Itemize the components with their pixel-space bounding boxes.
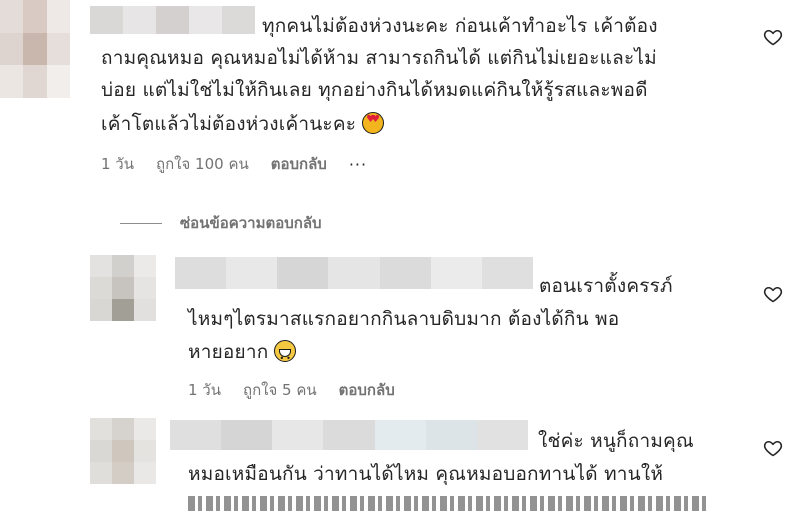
comment-text-line: ใช่ค่ะ หนูก็ถามคุณ <box>538 430 694 452</box>
blurred-username[interactable] <box>90 6 255 34</box>
comment-text-line: ตอนเราตั้งครรภ์ <box>539 275 673 297</box>
blurred-username[interactable] <box>170 420 528 450</box>
like-heart-icon[interactable] <box>763 438 783 458</box>
comment-text-line: ถามคุณหมอ คุณหมอไม่ได้ห้าม สามารถกินได้ … <box>101 47 657 69</box>
blurred-username[interactable] <box>175 257 533 289</box>
reply-button[interactable]: ตอบกลับ <box>271 152 327 176</box>
hide-replies-label: ซ่อนข้อความตอบกลับ <box>180 214 322 232</box>
reply-button[interactable]: ตอบกลับ <box>339 378 395 402</box>
comment-text: หายอยาก <box>188 341 269 363</box>
like-heart-icon[interactable] <box>763 284 783 304</box>
comment-text-line: ไหมๆไตรมาสแรกอยากกินลาบดิบมาก ต้องได้กิน… <box>188 308 620 330</box>
comment-text-line: เค้าโตแล้วไม่ต้องห่วงเค้านะคะ <box>101 108 385 141</box>
avatar[interactable] <box>0 0 70 98</box>
more-options-icon[interactable]: ··· <box>349 155 367 174</box>
divider-line <box>120 222 162 224</box>
avatar[interactable] <box>90 418 156 484</box>
likes-count[interactable]: ถูกใจ 5 คน <box>243 378 317 402</box>
comment-text: เค้าโตแล้วไม่ต้องห่วงเค้านะคะ <box>101 113 357 135</box>
comment-text-line: ทุกคนไม่ต้องห่วงนะคะ ก่อนเค้าทำอะไร เค้า… <box>262 15 658 37</box>
comment-text-line: หมอเหมือนกัน ว่าทานได้ไหม คุณหมอบอกทานได… <box>188 463 664 485</box>
likes-count[interactable]: ถูกใจ 100 คน <box>156 152 249 176</box>
like-heart-icon[interactable] <box>763 27 783 47</box>
comment-text-line: หายอยาก <box>188 336 297 375</box>
comment-text-line: บ่อย แต่ไม่ใช่ไม่ให้กินเลย ทุกอย่างกินได… <box>101 79 648 101</box>
comment-time: 1 วัน <box>188 381 221 399</box>
avatar[interactable] <box>90 255 156 321</box>
comment-meta: 1 วัน ถูกใจ 100 คน ตอบกลับ ··· <box>101 152 367 176</box>
cut-off-text-line <box>188 496 708 511</box>
comment-time: 1 วัน <box>101 155 134 173</box>
heart-eyes-emoji-icon <box>362 112 385 134</box>
hide-replies-button[interactable]: ซ่อนข้อความตอบกลับ <box>120 211 322 235</box>
comment-meta: 1 วัน ถูกใจ 5 คน ตอบกลับ <box>188 378 395 402</box>
grinning-face-emoji-icon <box>274 340 297 375</box>
